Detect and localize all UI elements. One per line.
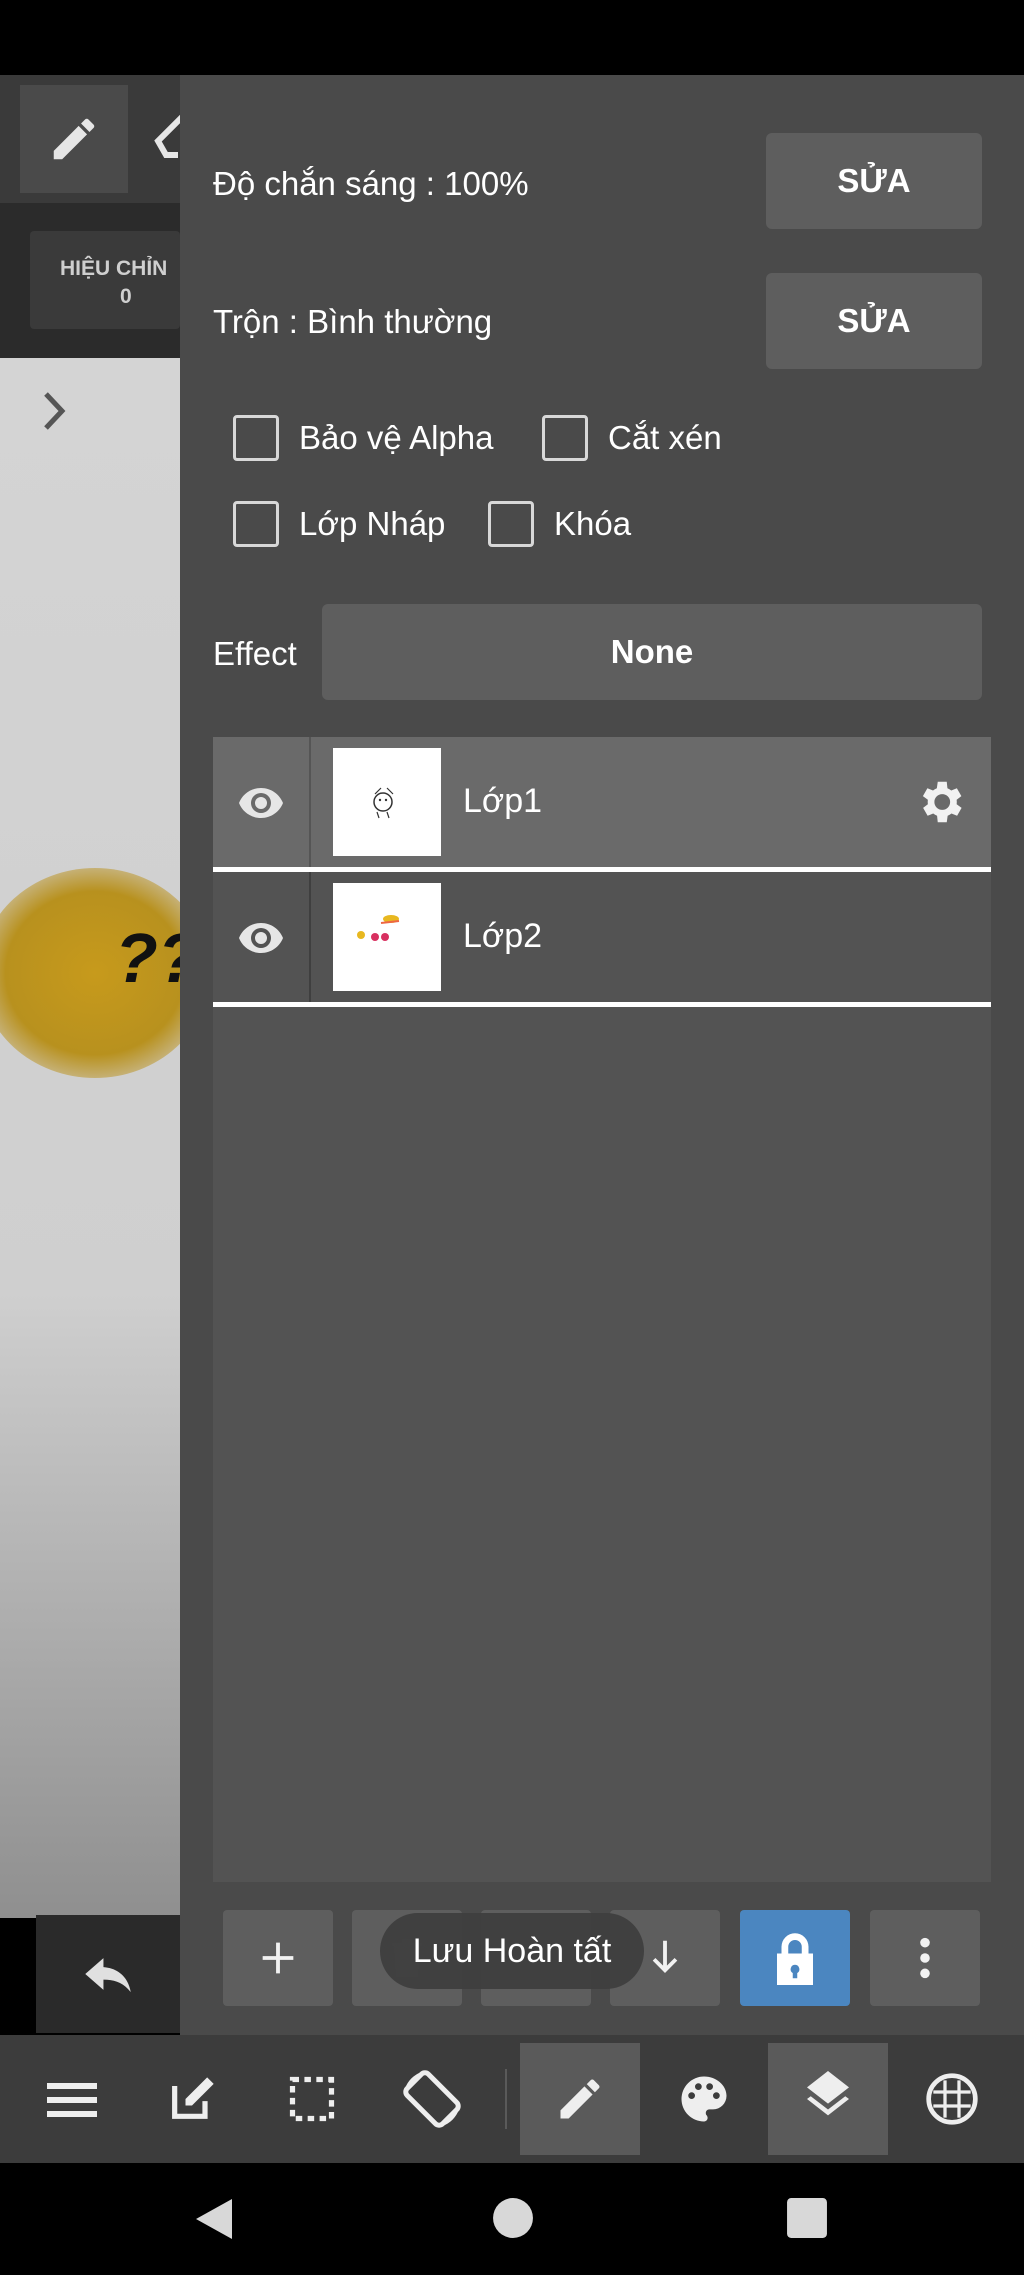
layers-icon	[807, 2071, 849, 2116]
canvas-drawing-text: ??	[115, 919, 180, 997]
undo-icon	[85, 1958, 131, 1993]
alpha-protect-label: Bảo vệ Alpha	[299, 419, 494, 456]
row-separator	[213, 1002, 991, 1007]
edit-button[interactable]	[132, 2043, 252, 2155]
checkbox-box[interactable]	[233, 501, 279, 547]
toolbar-divider	[505, 2069, 507, 2129]
layers-button[interactable]	[768, 2043, 888, 2155]
system-nav-bar	[0, 2163, 1024, 2275]
undo-button[interactable]	[36, 1915, 180, 2033]
left-toolbar	[0, 75, 185, 203]
opacity-label: Độ chắn sáng : 100%	[213, 165, 529, 202]
adjust-area: HIỆU CHỈN 0	[0, 203, 180, 358]
arrow-down-icon	[652, 1940, 678, 1973]
drawing-canvas[interactable]: ??	[0, 358, 180, 1918]
draft-layer-label: Lớp Nháp	[299, 505, 446, 542]
pen-icon	[560, 2079, 600, 2119]
chevron-right-icon[interactable]	[38, 388, 70, 434]
layer-thumbnail	[333, 748, 441, 856]
select-icon	[289, 2076, 335, 2122]
lock-icon	[777, 1933, 813, 1985]
home-icon[interactable]	[492, 2197, 534, 2239]
save-complete-toast: Lưu Hoàn tất	[380, 1913, 644, 1989]
color-button[interactable]	[644, 2043, 764, 2155]
eye-icon[interactable]	[237, 915, 285, 959]
adjust-label: HIỆU CHỈN	[60, 257, 168, 280]
menu-button[interactable]	[12, 2043, 132, 2155]
more-options-button[interactable]	[870, 1910, 980, 2006]
blend-edit-button[interactable]: SỬA	[766, 273, 982, 369]
plus-icon	[262, 1942, 294, 1974]
rotate-button[interactable]	[372, 2043, 492, 2155]
checkbox-box[interactable]	[542, 415, 588, 461]
main-toolbar	[0, 2035, 1024, 2163]
pen-icon	[53, 118, 95, 160]
draft-layer-checkbox[interactable]: Lớp Nháp	[233, 501, 445, 547]
lock-label: Khóa	[554, 505, 632, 542]
rotate-icon	[403, 2070, 461, 2128]
lock-layer-button[interactable]	[740, 1910, 850, 2006]
layer-name: Lớp1	[463, 782, 543, 820]
adjust-value: 0	[120, 285, 132, 308]
layer-thumbnail-drawing	[357, 915, 400, 941]
recents-icon[interactable]	[786, 2197, 828, 2239]
alpha-protect-checkbox[interactable]: Bảo vệ Alpha	[233, 415, 494, 461]
edit-icon	[172, 2077, 214, 2119]
menu-icon	[47, 2083, 97, 2117]
layer-thumbnail	[333, 883, 441, 991]
grid-icon	[926, 2073, 978, 2125]
checkbox-box[interactable]	[233, 415, 279, 461]
clipping-label: Cắt xén	[608, 419, 722, 456]
layer-row-2[interactable]: Lớp2	[213, 872, 991, 1002]
palette-icon	[681, 2076, 727, 2122]
row-divider	[309, 872, 311, 1002]
layer-thumbnail-drawing	[373, 787, 394, 819]
pen-button[interactable]	[520, 2043, 640, 2155]
checkbox-box[interactable]	[488, 501, 534, 547]
back-icon[interactable]	[192, 2195, 236, 2243]
eye-icon[interactable]	[237, 780, 285, 824]
effect-select-button[interactable]: None	[322, 604, 982, 700]
effect-label: Effect	[213, 635, 297, 672]
pen-tool-button[interactable]	[20, 85, 128, 193]
selection-button[interactable]	[252, 2043, 372, 2155]
layer-row-1[interactable]: Lớp1	[213, 737, 991, 867]
add-layer-button[interactable]	[223, 1910, 333, 2006]
app-screen: HIỆU CHỈN 0 ?? Độ chắn sáng : 100% SỬA T…	[0, 0, 1024, 2275]
adjust-button[interactable]: HIỆU CHỈN 0	[30, 231, 180, 329]
more-vert-icon	[920, 1937, 930, 1979]
grid-button[interactable]	[892, 2043, 1012, 2155]
blend-label: Trộn : Bình thường	[213, 303, 493, 340]
clipping-checkbox[interactable]: Cắt xén	[542, 415, 722, 461]
opacity-edit-button[interactable]: SỬA	[766, 133, 982, 229]
layer-name: Lớp2	[463, 917, 543, 955]
layer-list: Lớp1 Lớp2	[213, 737, 991, 1882]
row-divider	[309, 737, 311, 867]
gear-icon[interactable]	[913, 775, 967, 829]
lock-checkbox[interactable]: Khóa	[488, 501, 631, 547]
